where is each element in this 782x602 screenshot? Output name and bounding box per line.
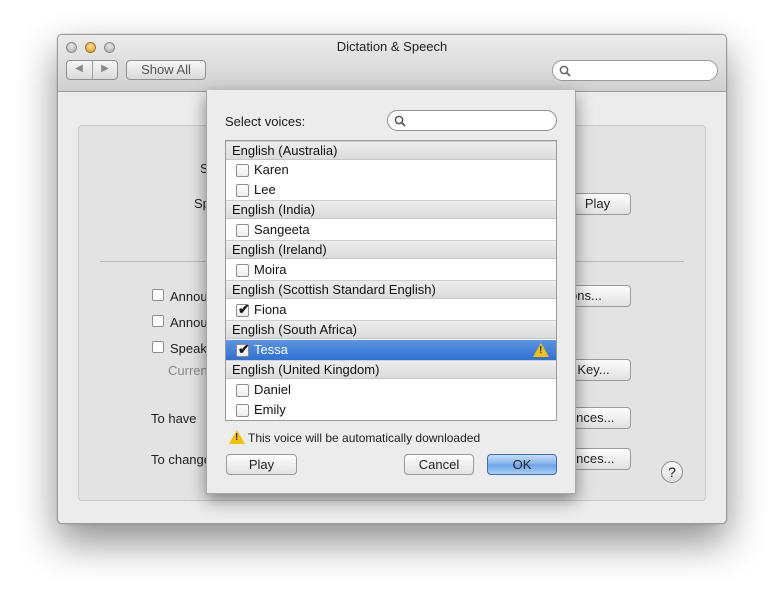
warning-icon: ! — [229, 430, 245, 444]
group-header-label: English (Ireland) — [232, 242, 327, 257]
voice-list[interactable]: English (Australia) Karen Lee English (I… — [225, 140, 557, 421]
to-have-label: To have — [151, 411, 197, 426]
speak-selected-text-label: Speak — [170, 341, 207, 356]
group-header-label: English (Australia) — [232, 143, 338, 158]
window-search-field[interactable] — [552, 60, 718, 81]
voice-name: Karen — [254, 162, 289, 177]
announce-app-checkbox[interactable] — [152, 315, 164, 327]
cancel-button[interactable]: Cancel — [404, 454, 474, 475]
voice-name: Daniel — [254, 382, 291, 397]
nav-back-forward: ◀ ▶ — [66, 60, 118, 80]
voice-name: Sangeeta — [254, 222, 310, 237]
voice-name: Fiona — [254, 302, 287, 317]
voice-checkbox-checked[interactable]: ✔ — [236, 341, 250, 357]
ok-button[interactable]: OK — [487, 454, 557, 475]
voice-row-fiona[interactable]: ✔ Fiona — [226, 300, 556, 320]
group-header-label: English (United Kingdom) — [232, 362, 380, 377]
window-title: Dictation & Speech — [336, 39, 448, 54]
group-header-australia: English (Australia) — [226, 141, 556, 160]
back-button[interactable]: ◀ — [67, 63, 91, 74]
warning-glyph: ! — [539, 345, 543, 356]
voice-name: Tessa — [254, 342, 288, 357]
voice-name: Emily — [254, 402, 286, 417]
group-header-ireland: English (Ireland) — [226, 240, 556, 259]
voice-name: Moira — [254, 262, 287, 277]
voice-row-emily[interactable]: Emily — [226, 400, 556, 420]
help-button[interactable]: ? — [661, 461, 683, 483]
announce-app-label: Annou — [170, 315, 208, 330]
warning-icon: ! — [533, 343, 549, 357]
warning-glyph: ! — [235, 432, 239, 443]
voice-checkbox[interactable] — [236, 404, 249, 417]
select-voices-label: Select voices: — [225, 114, 306, 129]
search-icon — [394, 115, 406, 127]
to-change-label: To change — [151, 452, 211, 467]
group-header-uk: English (United Kingdom) — [226, 360, 556, 379]
checkmark-icon: ✔ — [238, 341, 250, 357]
group-header-india: English (India) — [226, 200, 556, 219]
announce-alerts-checkbox[interactable] — [152, 289, 164, 301]
select-voices-sheet: Select voices: English (Australia) Karen… — [206, 90, 576, 494]
voice-search-field[interactable] — [387, 110, 557, 131]
speak-selected-text-checkbox[interactable] — [152, 341, 164, 353]
voice-checkbox[interactable] — [236, 264, 249, 277]
checkmark-icon: ✔ — [238, 301, 250, 317]
voice-row-moira[interactable]: Moira — [226, 260, 556, 280]
voice-row-karen[interactable]: Karen — [226, 160, 556, 180]
group-header-label: English (India) — [232, 202, 316, 217]
voice-row-tessa-selected[interactable]: ✔ Tessa ! — [226, 340, 556, 360]
group-header-south-africa: English (South Africa) — [226, 320, 556, 339]
voice-row-lee[interactable]: Lee — [226, 180, 556, 200]
search-icon — [559, 65, 571, 77]
download-note: This voice will be automatically downloa… — [248, 431, 481, 445]
group-header-scottish: English (Scottish Standard English) — [226, 280, 556, 299]
announce-alerts-label: Annou — [170, 289, 208, 304]
forward-button[interactable]: ▶ — [93, 63, 117, 74]
voice-row-sangeeta[interactable]: Sangeeta — [226, 220, 556, 240]
group-header-label: English (South Africa) — [232, 322, 358, 337]
voice-row-daniel[interactable]: Daniel — [226, 380, 556, 400]
voice-checkbox[interactable] — [236, 224, 249, 237]
voice-checkbox[interactable] — [236, 164, 249, 177]
current-key-label: Curren — [168, 363, 208, 378]
group-header-label: English (Scottish Standard English) — [232, 282, 436, 297]
voice-checkbox[interactable] — [236, 184, 249, 197]
voice-name: Lee — [254, 182, 276, 197]
play-button[interactable]: Play — [226, 454, 297, 475]
voice-checkbox-checked[interactable]: ✔ — [236, 301, 250, 317]
voice-checkbox[interactable] — [236, 384, 249, 397]
show-all-button[interactable]: Show All — [126, 60, 206, 80]
title-bar: Dictation & Speech ◀ ▶ Show All — [58, 35, 726, 92]
